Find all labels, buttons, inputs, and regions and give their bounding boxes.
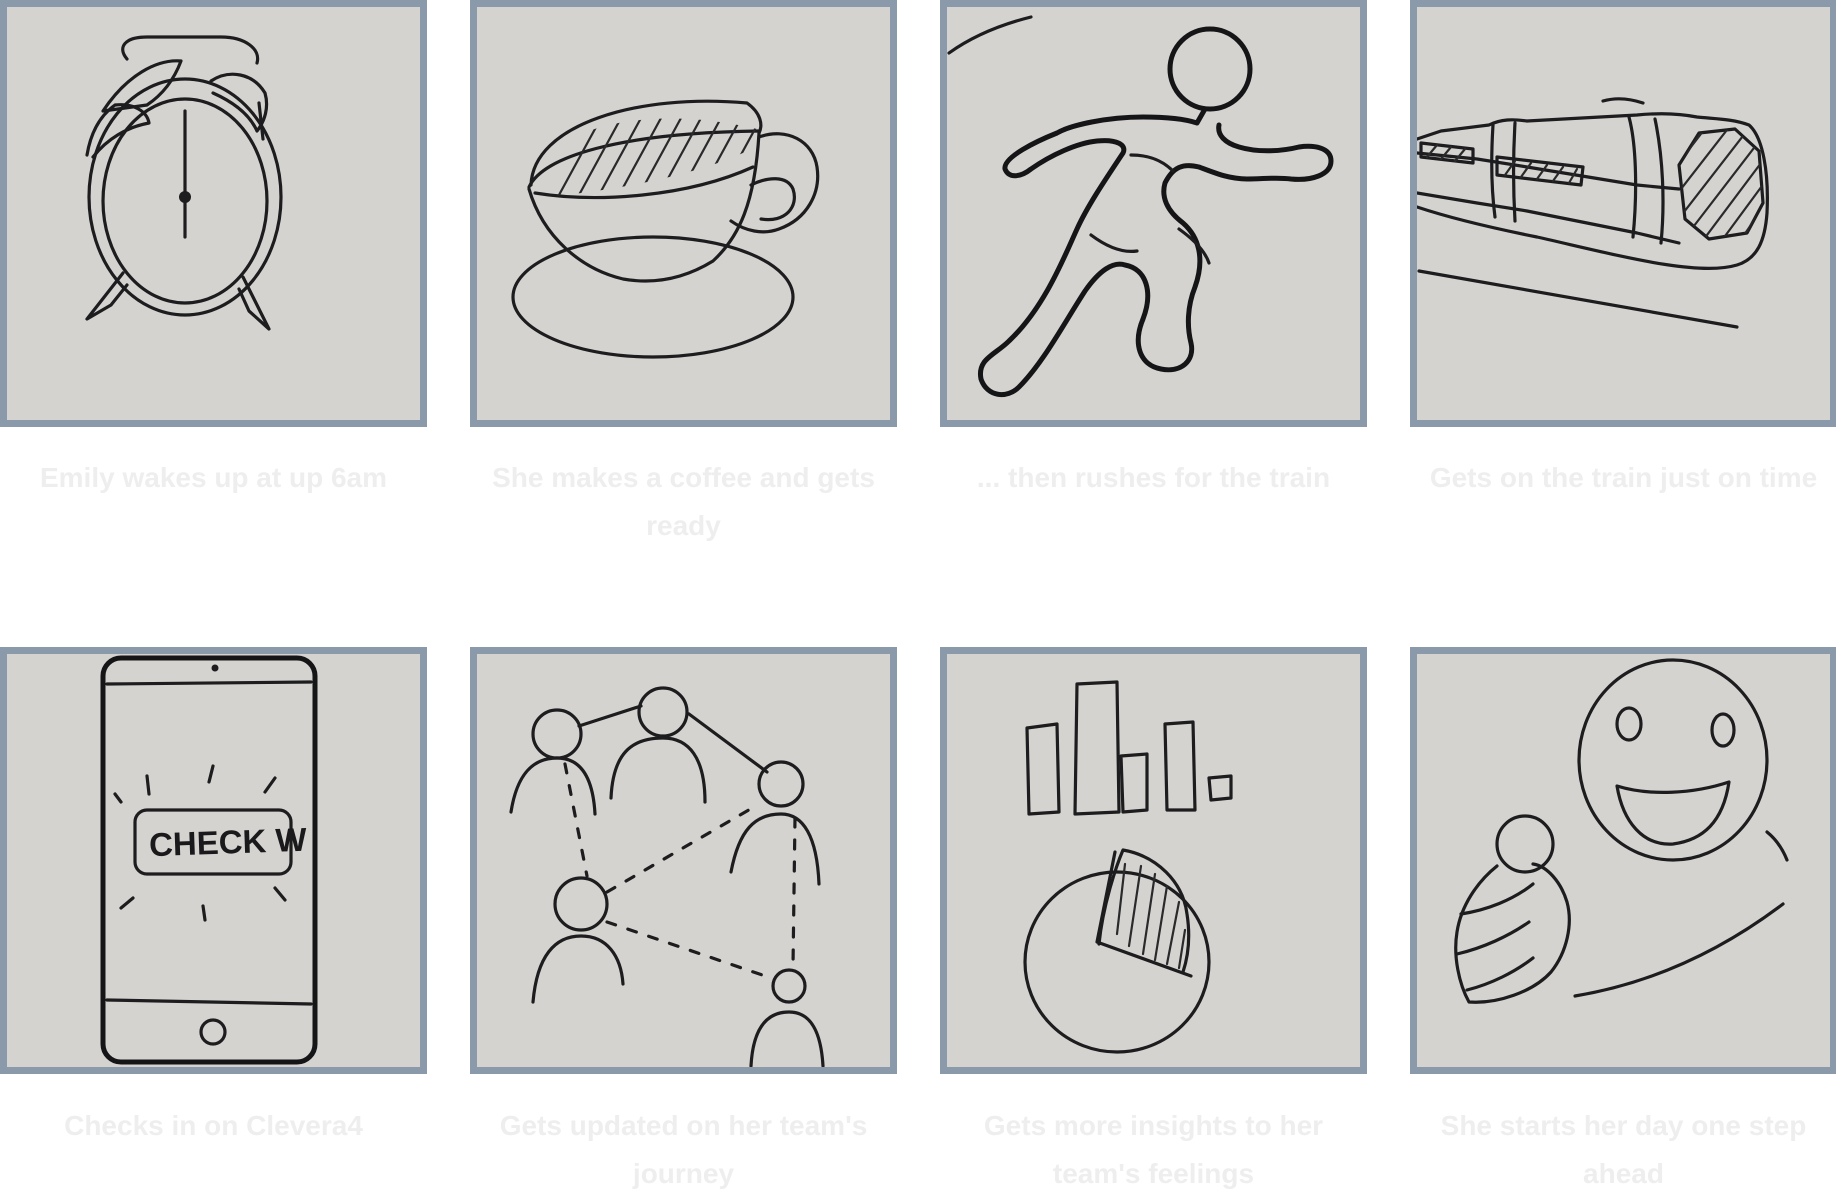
panel-8-caption: She starts her day one step ahead — [1440, 1110, 1807, 1189]
panel-6-caption: Gets updated on her team's journey — [499, 1110, 868, 1189]
storyboard-panel-5: CHECK W — [0, 647, 427, 1074]
running-person-icon — [947, 15, 1334, 397]
train-icon — [1417, 97, 1769, 329]
panel-4-caption: Gets on the train just on time — [1429, 462, 1818, 493]
team-network-icon — [509, 686, 825, 1067]
storyboard-panel-2 — [470, 0, 897, 427]
alarm-clock-icon — [85, 35, 283, 331]
storyboard-panel-8 — [1410, 647, 1836, 1074]
storyboard-panel-1 — [0, 0, 427, 427]
smiley-thumbs-up-icon — [1454, 658, 1789, 1004]
storyboard-panel-7 — [940, 647, 1367, 1074]
panel-7-caption: Gets more insights to her team's feeling… — [983, 1110, 1324, 1189]
panel-2-caption: She makes a coffee and gets ready — [492, 462, 875, 541]
phone-screen-text: CHECK W — [148, 821, 308, 864]
smartphone-icon: CHECK W — [100, 655, 318, 1065]
panel-1-caption: Emily wakes up at up 6am — [39, 462, 388, 493]
panel-5-caption: Checks in on Clevera4 — [64, 1110, 363, 1141]
storyboard-panel-3 — [940, 0, 1367, 427]
storyboard-panel-6 — [470, 647, 897, 1074]
charts-icon — [1023, 680, 1233, 1054]
coffee-cup-icon — [511, 99, 820, 359]
storyboard-panel-4 — [1410, 0, 1836, 427]
panel-3-caption: ... then rushes for the train — [976, 462, 1331, 493]
